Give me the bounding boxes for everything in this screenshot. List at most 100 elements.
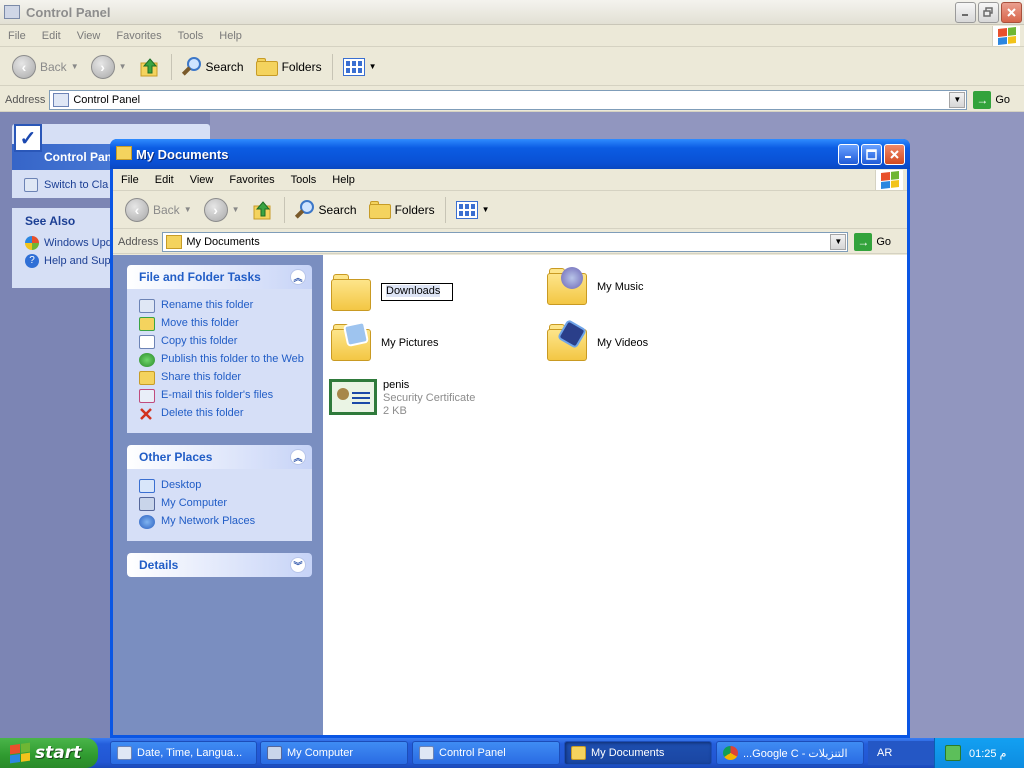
- restore-icon: [983, 7, 993, 17]
- close-icon: [890, 150, 899, 159]
- my-documents-title: My Documents: [136, 147, 229, 162]
- videos-folder-icon: [547, 318, 591, 363]
- share-folder-link[interactable]: Share this folder: [139, 369, 306, 387]
- menu-help[interactable]: Help: [324, 174, 363, 186]
- control-panel-address-bar: Address Control Panel ▼ → Go: [0, 88, 1024, 112]
- address-field[interactable]: Control Panel ▼: [49, 89, 968, 110]
- go-button[interactable]: → Go: [848, 232, 897, 251]
- delete-icon: [139, 407, 155, 421]
- close-button[interactable]: [1001, 2, 1022, 23]
- folders-icon: [255, 57, 278, 76]
- my-music-folder[interactable]: My Music: [547, 267, 643, 307]
- menu-edit[interactable]: Edit: [147, 174, 182, 186]
- folders-button[interactable]: Folders: [363, 195, 441, 225]
- expand-chevron-icon[interactable]: ︾: [290, 557, 306, 573]
- address-field[interactable]: My Documents ▼: [162, 231, 849, 252]
- email-files-link[interactable]: E-mail this folder's files: [139, 387, 306, 405]
- menu-file[interactable]: File: [0, 30, 34, 42]
- control-panel-titlebar[interactable]: Control Panel: [0, 0, 1024, 25]
- maximize-icon: [866, 149, 877, 160]
- up-button[interactable]: [133, 52, 167, 82]
- menu-tools[interactable]: Tools: [283, 174, 325, 186]
- my-computer-icon: [267, 746, 282, 760]
- views-icon: [342, 57, 365, 76]
- restore-button[interactable]: [978, 2, 999, 23]
- collapse-chevron-icon[interactable]: ︽: [290, 449, 306, 465]
- downloads-folder[interactable]: Downloads: [331, 273, 453, 313]
- minimize-button[interactable]: [838, 144, 859, 165]
- views-button[interactable]: ▼: [337, 52, 383, 82]
- address-dropdown-icon[interactable]: ▼: [949, 91, 966, 108]
- clock[interactable]: 01:25 م: [969, 747, 1006, 760]
- menu-file[interactable]: File: [113, 174, 147, 186]
- copy-folder-link[interactable]: Copy this folder: [139, 333, 306, 351]
- forward-arrow-icon: ›: [90, 54, 115, 79]
- publish-web-icon: [139, 353, 155, 367]
- taskbar-button-my-documents[interactable]: My Documents: [564, 741, 712, 765]
- windows-flag-icon: [10, 742, 30, 764]
- search-icon: [294, 199, 315, 220]
- search-button[interactable]: Search: [289, 195, 363, 225]
- security-certificate-file[interactable]: penis Security Certificate 2 KB: [329, 379, 475, 418]
- my-network-places-link[interactable]: My Network Places: [139, 513, 306, 531]
- go-button[interactable]: → Go: [967, 90, 1016, 109]
- network-tray-icon[interactable]: [945, 745, 961, 761]
- menu-view[interactable]: View: [182, 174, 222, 186]
- up-button[interactable]: [246, 195, 280, 225]
- switch-to-classic-view-link[interactable]: Switch to Cla: [24, 178, 108, 192]
- menu-tools[interactable]: Tools: [170, 30, 212, 42]
- folder-up-icon: [252, 199, 274, 221]
- menu-favorites[interactable]: Favorites: [108, 30, 169, 42]
- menu-favorites[interactable]: Favorites: [221, 174, 282, 186]
- my-documents-icon: [571, 746, 586, 760]
- forward-button[interactable]: › ▼: [85, 52, 133, 82]
- email-icon: [139, 389, 155, 403]
- taskbar-button-control-panel[interactable]: Control Panel: [412, 741, 560, 765]
- rename-folder-link[interactable]: Rename this folder: [139, 297, 306, 315]
- maximize-button[interactable]: [861, 144, 882, 165]
- back-button[interactable]: ‹ Back ▼: [119, 195, 198, 225]
- address-label: Address: [118, 235, 159, 248]
- my-videos-folder[interactable]: My Videos: [547, 318, 648, 363]
- taskbar-button-google-chrome[interactable]: ...Google C - التنزيلات: [716, 741, 864, 765]
- move-folder-link[interactable]: Move this folder: [139, 315, 306, 333]
- control-panel-icon: [419, 746, 434, 760]
- folders-button[interactable]: Folders: [250, 52, 328, 82]
- delete-folder-link[interactable]: Delete this folder: [139, 405, 306, 423]
- share-icon: [139, 371, 155, 385]
- my-computer-link[interactable]: My Computer: [139, 495, 306, 513]
- cert-name: penis: [383, 379, 410, 391]
- menu-edit[interactable]: Edit: [34, 30, 69, 42]
- copy-icon: [139, 335, 155, 349]
- minimize-button[interactable]: [955, 2, 976, 23]
- publish-folder-link[interactable]: Publish this folder to the Web: [139, 351, 306, 369]
- collapse-chevron-icon[interactable]: ︽: [290, 269, 306, 285]
- other-places-header[interactable]: Other Places ︽: [127, 445, 312, 469]
- switch-view-icon: [24, 178, 38, 192]
- details-header[interactable]: Details ︾: [127, 553, 312, 577]
- taskbar-button-my-computer[interactable]: My Computer: [260, 741, 408, 765]
- my-documents-titlebar[interactable]: My Documents: [110, 139, 910, 169]
- forward-button[interactable]: › ▼: [198, 195, 246, 225]
- back-button[interactable]: ‹ Back ▼: [6, 52, 85, 82]
- desktop-link[interactable]: Desktop: [139, 477, 306, 495]
- address-dropdown-icon[interactable]: ▼: [830, 233, 847, 250]
- my-pictures-folder[interactable]: My Pictures: [331, 320, 438, 363]
- rename-input[interactable]: Downloads: [381, 283, 453, 301]
- file-folder-tasks-header[interactable]: File and Folder Tasks ︽: [127, 265, 312, 289]
- taskbar-button-date-time[interactable]: Date, Time, Langua...: [110, 741, 257, 765]
- control-panel-menubar: File Edit View Favorites Tools Help: [0, 25, 1024, 47]
- search-button[interactable]: Search: [176, 52, 250, 82]
- move-icon: [139, 317, 155, 331]
- close-button[interactable]: [884, 144, 905, 165]
- menu-help[interactable]: Help: [211, 30, 250, 42]
- menu-view[interactable]: View: [69, 30, 109, 42]
- views-icon: [455, 200, 478, 219]
- control-panel-toolbar: ‹ Back ▼ › ▼ Search Folders ▼: [0, 48, 1024, 86]
- my-documents-icon: [116, 146, 132, 160]
- windows-update-icon: [25, 236, 39, 250]
- start-button[interactable]: start: [0, 738, 98, 768]
- views-button[interactable]: ▼: [450, 195, 496, 225]
- date-time-icon: [117, 746, 132, 760]
- language-indicator[interactable]: AR: [868, 741, 934, 765]
